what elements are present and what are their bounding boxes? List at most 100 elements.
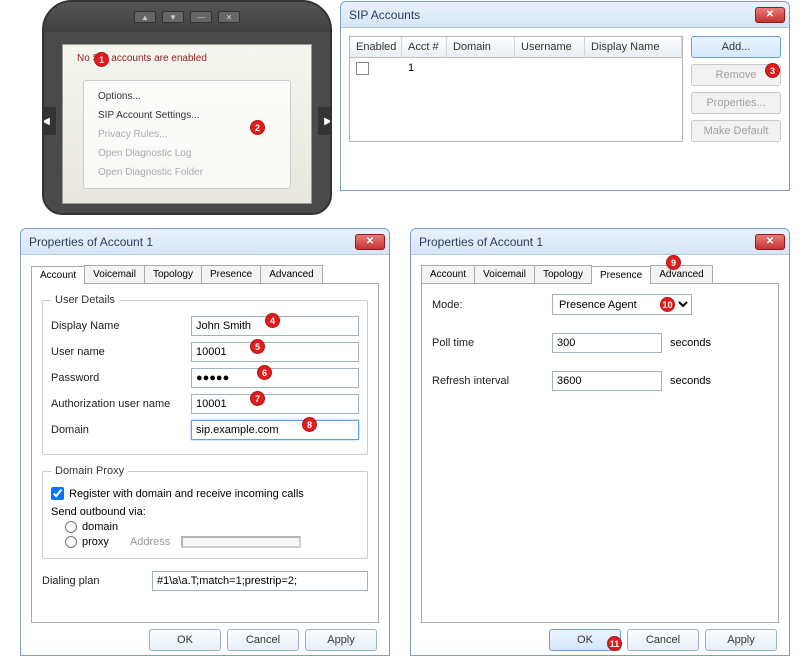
menu-open-diagnostic-folder[interactable]: Open Diagnostic Folder xyxy=(84,163,290,182)
radio-domain[interactable] xyxy=(65,521,77,533)
col-username[interactable]: Username xyxy=(515,37,585,57)
enabled-checkbox[interactable] xyxy=(356,62,369,75)
password-label: Password xyxy=(51,372,191,384)
dialing-plan-field[interactable] xyxy=(152,571,368,591)
domain-label: Domain xyxy=(51,424,191,436)
callout-5: 5 xyxy=(250,339,265,354)
tabs: Account Voicemail Topology Presence Adva… xyxy=(31,265,379,283)
tab-advanced[interactable]: Advanced xyxy=(650,265,712,283)
callout-6: 6 xyxy=(257,365,272,380)
cell-acct: 1 xyxy=(402,62,447,74)
account-properties-window-account: Properties of Account 1 ✕ Account Voicem… xyxy=(20,228,390,656)
radio-proxy-label: proxy xyxy=(82,536,109,548)
tab-topology[interactable]: Topology xyxy=(144,265,202,283)
tab-presence[interactable]: Presence xyxy=(201,265,261,283)
col-display-name[interactable]: Display Name xyxy=(585,37,682,57)
nav-left-icon[interactable]: ◀ xyxy=(42,107,56,135)
close-icon[interactable]: ✕ xyxy=(755,234,785,250)
menu-open-diagnostic-log[interactable]: Open Diagnostic Log xyxy=(84,144,290,163)
tab-account[interactable]: Account xyxy=(31,266,85,284)
domain-proxy-group: Domain Proxy Register with domain and re… xyxy=(42,465,368,559)
user-details-legend: User Details xyxy=(51,294,119,306)
seconds-label: seconds xyxy=(670,337,711,349)
radio-domain-label: domain xyxy=(82,521,118,533)
cancel-button[interactable]: Cancel xyxy=(627,629,699,651)
tab-pane-presence: Mode: Presence Agent Poll time seconds R… xyxy=(421,283,779,623)
register-checkbox[interactable] xyxy=(51,487,64,500)
add-button[interactable]: Add... xyxy=(691,36,781,58)
col-acct[interactable]: Acct # xyxy=(402,37,447,57)
callout-7: 7 xyxy=(250,391,265,406)
top-button-up[interactable]: ▲ xyxy=(134,11,156,23)
close-icon[interactable]: ✕ xyxy=(355,234,385,250)
window-title: SIP Accounts xyxy=(349,8,755,22)
col-domain[interactable]: Domain xyxy=(447,37,515,57)
poll-time-field[interactable] xyxy=(552,333,662,353)
table-row[interactable]: 1 xyxy=(350,58,682,78)
callout-8: 8 xyxy=(302,417,317,432)
phone-screen: No SIP accounts are enabled Options... S… xyxy=(62,44,312,204)
tabs: Account Voicemail Topology Presence Adva… xyxy=(421,265,779,283)
apply-button[interactable]: Apply xyxy=(705,629,777,651)
tab-presence[interactable]: Presence xyxy=(591,266,651,284)
tab-voicemail[interactable]: Voicemail xyxy=(84,265,145,283)
top-button-x[interactable]: ✕ xyxy=(218,11,240,23)
display-name-label: Display Name xyxy=(51,320,191,332)
tab-pane-account: User Details Display Name User name Pass… xyxy=(31,283,379,623)
callout-3: 3 xyxy=(765,63,780,78)
auth-user-field[interactable] xyxy=(191,394,359,414)
domain-field[interactable] xyxy=(191,420,359,440)
callout-2: 2 xyxy=(250,120,265,135)
callout-11: 11 xyxy=(607,636,622,651)
softphone-device: ▲ ▼ — ✕ ◀ ▶ No SIP accounts are enabled … xyxy=(42,0,332,215)
dialing-plan-label: Dialing plan xyxy=(42,575,152,587)
top-button-dash[interactable]: — xyxy=(190,11,212,23)
seconds-label: seconds xyxy=(670,375,711,387)
tab-topology[interactable]: Topology xyxy=(534,265,592,283)
mode-label: Mode: xyxy=(432,299,552,311)
make-default-button: Make Default xyxy=(691,120,781,142)
side-buttons: Add... Remove Properties... Make Default xyxy=(691,36,781,142)
proxy-address-field xyxy=(181,536,301,548)
refresh-interval-label: Refresh interval xyxy=(432,375,552,387)
send-outbound-label: Send outbound via: xyxy=(51,506,359,518)
callout-10: 10 xyxy=(660,297,675,312)
top-button-down[interactable]: ▼ xyxy=(162,11,184,23)
table-header: Enabled Acct # Domain Username Display N… xyxy=(350,37,682,58)
ok-button[interactable]: OK xyxy=(149,629,221,651)
radio-proxy[interactable] xyxy=(65,536,77,548)
titlebar: Properties of Account 1 ✕ xyxy=(21,229,389,255)
close-icon[interactable]: ✕ xyxy=(755,7,785,23)
register-label: Register with domain and receive incomin… xyxy=(69,488,304,500)
tab-account[interactable]: Account xyxy=(421,265,475,283)
address-label: Address xyxy=(130,536,170,548)
phone-body: ▲ ▼ — ✕ ◀ ▶ No SIP accounts are enabled … xyxy=(42,0,332,215)
menu-options[interactable]: Options... xyxy=(84,87,290,106)
col-enabled[interactable]: Enabled xyxy=(350,37,402,57)
poll-time-label: Poll time xyxy=(432,337,552,349)
properties-button: Properties... xyxy=(691,92,781,114)
tab-voicemail[interactable]: Voicemail xyxy=(474,265,535,283)
cancel-button[interactable]: Cancel xyxy=(227,629,299,651)
titlebar: SIP Accounts ✕ xyxy=(341,2,789,28)
callout-4: 4 xyxy=(265,313,280,328)
window-title: Properties of Account 1 xyxy=(419,235,755,249)
tab-advanced[interactable]: Advanced xyxy=(260,265,322,283)
callout-9: 9 xyxy=(666,255,681,270)
user-name-field[interactable] xyxy=(191,342,359,362)
titlebar: Properties of Account 1 ✕ xyxy=(411,229,789,255)
auth-user-label: Authorization user name xyxy=(51,398,191,410)
user-details-group: User Details Display Name User name Pass… xyxy=(42,294,368,455)
refresh-interval-field[interactable] xyxy=(552,371,662,391)
account-properties-window-presence: Properties of Account 1 ✕ Account Voicem… xyxy=(410,228,790,656)
sip-accounts-window: SIP Accounts ✕ Enabled Acct # Domain Use… xyxy=(340,1,790,191)
password-field[interactable] xyxy=(191,368,359,388)
window-title: Properties of Account 1 xyxy=(29,235,355,249)
phone-top-bar: ▲ ▼ — ✕ xyxy=(44,2,330,32)
user-name-label: User name xyxy=(51,346,191,358)
apply-button[interactable]: Apply xyxy=(305,629,377,651)
domain-proxy-legend: Domain Proxy xyxy=(51,465,128,477)
nav-right-icon[interactable]: ▶ xyxy=(318,107,332,135)
accounts-table: Enabled Acct # Domain Username Display N… xyxy=(349,36,683,142)
callout-1: 1 xyxy=(94,52,109,67)
